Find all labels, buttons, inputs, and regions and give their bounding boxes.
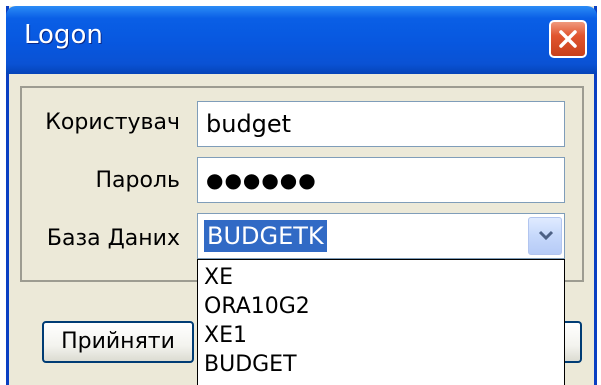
close-icon xyxy=(559,30,577,48)
dropdown-option[interactable]: XE xyxy=(198,263,564,292)
window-title: Logon xyxy=(24,20,103,50)
title-bar: Logon xyxy=(6,6,597,74)
database-selected-value: BUDGETK xyxy=(204,220,327,252)
database-label: База Даних xyxy=(46,226,180,251)
dropdown-option[interactable]: XE1 xyxy=(198,321,564,350)
database-select[interactable]: BUDGETK xyxy=(197,213,565,259)
database-dropdown-list: XE ORA10G2 XE1 BUDGET xyxy=(197,259,565,385)
dropdown-button[interactable] xyxy=(528,217,562,255)
user-input[interactable]: budget xyxy=(197,101,565,147)
dropdown-option[interactable]: ORA10G2 xyxy=(198,292,564,321)
chevron-down-icon xyxy=(538,230,554,241)
dropdown-option[interactable]: BUDGET xyxy=(198,350,564,379)
password-input[interactable]: ●●●●●● xyxy=(197,157,565,203)
accept-button[interactable]: Прийняти xyxy=(42,321,194,363)
password-label: Пароль xyxy=(95,168,180,193)
user-label: Користувач xyxy=(45,110,180,135)
close-button[interactable] xyxy=(549,20,587,58)
